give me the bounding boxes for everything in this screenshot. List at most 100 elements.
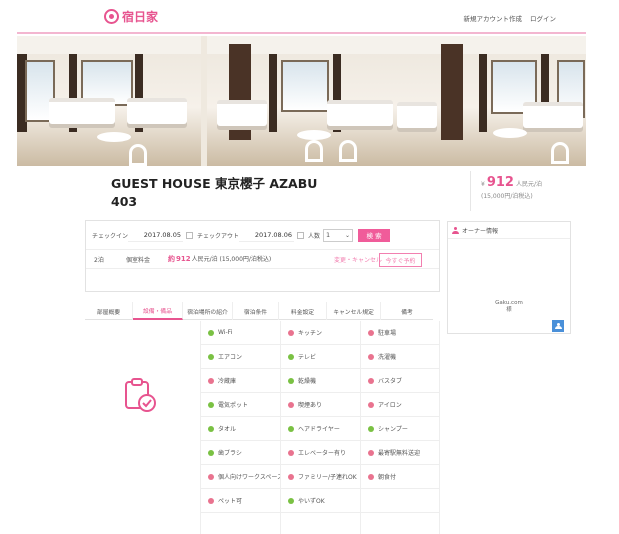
room-photo-2[interactable] (207, 36, 397, 166)
amenity-label: エレベーター有り (298, 450, 347, 457)
amenity-label: 電気ポット (218, 402, 249, 409)
clipboard-check-icon (125, 378, 156, 412)
checkin-field[interactable]: 2017.08.05 (128, 228, 184, 242)
amenity-label: エアコン (218, 354, 243, 361)
guests-label: 人数 (308, 232, 321, 240)
search-button[interactable]: 検 索 (358, 228, 391, 242)
available-check-icon (208, 353, 214, 360)
owner-info-panel: オーナー情報 Gaku.com 様 (447, 221, 571, 334)
plan-price-detail: 人民元/泊 (15,000円/泊税込) (191, 256, 272, 263)
room-photo-3[interactable] (397, 36, 586, 166)
listing-title-line2: 403 (111, 194, 138, 209)
unavailable-icon (368, 473, 374, 480)
amenity-item: エレベーター有り (281, 441, 361, 465)
amenity-item: バスタブ (361, 369, 440, 393)
unavailable-icon (288, 473, 294, 480)
amenity-item: ファミリー/子連れOK (281, 465, 361, 489)
calendar-icon[interactable] (186, 231, 194, 239)
amenity-item: ヘアドライヤー (281, 417, 361, 441)
change-cancel-link[interactable]: 変更・キャンセル (334, 255, 382, 264)
contact-owner-icon[interactable] (552, 320, 564, 332)
amenities-grid: Wi-Fi キッチン 駐車場 エアコン テレビ 洗濯機 冷蔵庫 乾燥機 バスタブ 電気ポット 喫煙あ… (201, 321, 440, 534)
amenity-label: テレビ (298, 354, 317, 361)
reserve-button[interactable]: 今すぐ予約 (379, 253, 422, 267)
available-check-icon (208, 401, 214, 408)
amenity-label: 最寄駅無料送迎 (378, 450, 421, 457)
price-unit: 人民元/泊 (515, 181, 542, 188)
amenity-item: 洗濯機 (361, 345, 440, 369)
amenity-label: ファミリー/子連れOK (298, 474, 357, 481)
tab-amenities[interactable]: 設備・備品 (133, 302, 183, 320)
amenity-label: やいずOK (298, 498, 325, 505)
plan-room-type: 個室料金 (126, 256, 151, 264)
available-check-icon (208, 425, 214, 432)
amenity-label: バスタブ (378, 378, 403, 385)
owner-name-line2: 様 (506, 307, 512, 313)
site-logo[interactable]: 宿日家 (104, 8, 158, 25)
amenity-label: 歯ブラシ (218, 450, 242, 457)
checkout-field[interactable]: 2017.08.06 (239, 228, 295, 242)
plan-row: 2泊 個室料金 約 912 人民元/泊 (15,000円/泊税込) 変更・キャン… (86, 249, 439, 269)
amenity-item: シャンプー (361, 417, 440, 441)
checkin-label: チェックイン (92, 232, 129, 240)
tab-overview[interactable]: 部屋概要 (85, 302, 133, 320)
listing-title: GUEST HOUSE 東京櫻子 AZABU 403 (111, 175, 351, 211)
login-link[interactable]: ログイン (530, 13, 556, 23)
amenity-label: ヘアドライヤー (298, 426, 340, 433)
available-check-icon (288, 353, 294, 360)
guests-value: 1 (326, 231, 331, 239)
room-photo-1[interactable] (17, 36, 207, 166)
amenity-item: 歯ブラシ (201, 441, 281, 465)
detail-tabs: 部屋概要 設備・備品 宿泊場所の紹介 宿泊条件 料金設定 キャンセル規定 備考 (85, 302, 433, 320)
guests-select[interactable]: 1 ⌄ (323, 228, 354, 242)
unavailable-icon (208, 377, 214, 384)
price-sub: (15,000円/泊税込) (481, 193, 533, 200)
plan-price: 約 912 人民元/泊 (15,000円/泊税込) (168, 254, 271, 264)
amenity-item: 個人向けワークスペース (201, 465, 281, 489)
checkout-label: チェックアウト (197, 232, 240, 240)
amenity-item: 朝食付 (361, 465, 440, 489)
header-links: 新規アカウント作成 ログイン (464, 13, 557, 23)
tab-location[interactable]: 宿泊場所の紹介 (183, 302, 233, 320)
logo-text: 宿日家 (122, 10, 159, 24)
available-check-icon (288, 377, 294, 384)
owner-name: Gaku.com 様 (448, 300, 570, 314)
listing-title-line1: GUEST HOUSE 東京櫻子 AZABU (111, 176, 318, 191)
empty-cell (281, 513, 361, 534)
amenities-side (85, 321, 201, 534)
listing-photo-strip[interactable] (17, 36, 586, 166)
amenity-label: シャンプー (378, 426, 408, 433)
amenity-label: 個人向けワークスペース (218, 474, 281, 481)
signup-link[interactable]: 新規アカウント作成 (464, 13, 523, 23)
tab-pricing[interactable]: 料金設定 (279, 302, 327, 320)
site-header: 宿日家 新規アカウント作成 ログイン (17, 0, 586, 34)
amenities-section: Wi-Fi キッチン 駐車場 エアコン テレビ 洗濯機 冷蔵庫 乾燥機 バスタブ 電気ポット 喫煙あ… (85, 321, 440, 534)
unavailable-icon (368, 377, 374, 384)
unavailable-icon (288, 401, 294, 408)
booking-panel: チェックイン 2017.08.05 チェックアウト 2017.08.06 人数 … (85, 220, 440, 292)
unavailable-icon (368, 329, 374, 336)
amenity-item: タオル (201, 417, 281, 441)
tab-cancellation[interactable]: キャンセル規定 (327, 302, 381, 320)
tab-conditions[interactable]: 宿泊条件 (233, 302, 279, 320)
price-prefix: ¥ (481, 181, 485, 188)
tab-notes[interactable]: 備考 (381, 302, 433, 320)
calendar-icon[interactable] (297, 231, 305, 239)
empty-cell (201, 513, 281, 534)
empty-cell (361, 489, 440, 513)
price-summary: ¥ 912 人民元/泊 (15,000円/泊税込) (470, 171, 586, 211)
empty-cell (361, 513, 440, 534)
unavailable-icon (288, 329, 294, 336)
search-row: チェックイン 2017.08.05 チェックアウト 2017.08.06 人数 … (86, 225, 439, 245)
unavailable-icon (288, 449, 294, 456)
amenity-label: 洗濯機 (378, 354, 397, 361)
unavailable-icon (368, 353, 374, 360)
person-icon (452, 226, 459, 234)
amenity-label: タオル (218, 426, 237, 433)
amenity-label: 冷蔵庫 (218, 378, 237, 385)
owner-heading: オーナー情報 (448, 222, 570, 239)
unavailable-icon (368, 449, 374, 456)
owner-name-line1: Gaku.com (495, 300, 523, 306)
unavailable-icon (208, 473, 214, 480)
amenity-item: Wi-Fi (201, 321, 281, 345)
